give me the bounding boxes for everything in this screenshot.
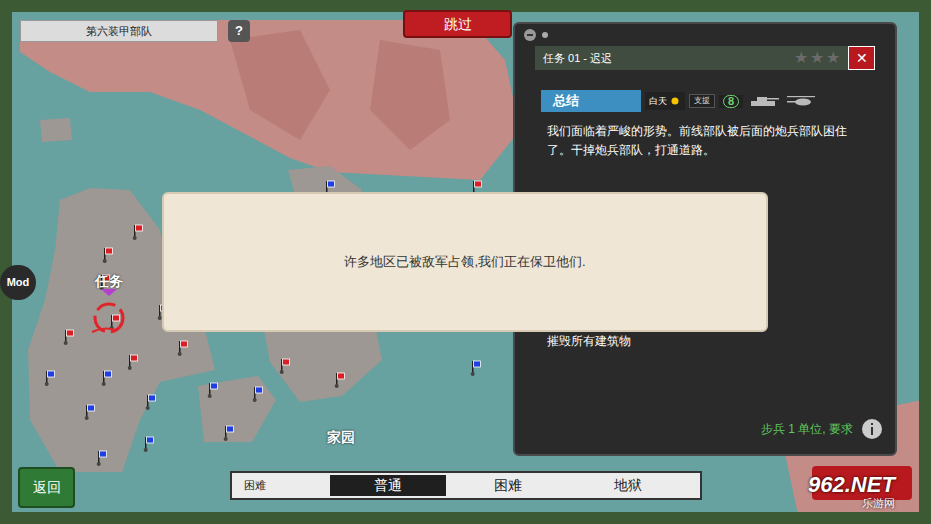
difficulty-option[interactable]: 困难 [450, 475, 566, 496]
helicopter-icon [785, 94, 819, 108]
map-pin[interactable] [44, 370, 56, 386]
unit-bar: 第六装甲部队? [20, 20, 250, 42]
map-pin[interactable] [223, 425, 235, 441]
mod-button[interactable]: Mod [0, 265, 36, 300]
flag-icon [143, 436, 155, 452]
flag-icon [63, 329, 75, 345]
flag-icon [101, 370, 113, 386]
difficulty-option[interactable]: 普通 [330, 475, 446, 496]
flag-icon [145, 394, 157, 410]
map-pin[interactable] [145, 394, 157, 410]
help-button[interactable]: ? [228, 20, 250, 42]
rank-badge: 8 [719, 95, 743, 108]
flag-icon [96, 450, 108, 466]
current-mission-marker[interactable]: 任务 [84, 274, 134, 338]
flag-icon [102, 247, 114, 263]
message-dialog: 许多地区已被敌军占领,我们正在保卫他们. [162, 192, 768, 332]
mission-description: 我们面临着严峻的形势。前线部队被后面的炮兵部队困住了。干掉炮兵部队，打通道路。 [547, 122, 863, 160]
map-pin[interactable] [84, 404, 96, 420]
map-pin[interactable] [252, 386, 264, 402]
mission-label: 任务 [95, 274, 123, 288]
game-screen: 任务家园第六装甲部队?跳过Mod任务 01 - 迟迟★★★✕总结白天支援8我们面… [0, 0, 931, 524]
support-chip: 支援 [689, 94, 715, 108]
flag-icon [470, 360, 482, 376]
map-pin[interactable] [63, 329, 75, 345]
unit-name: 第六装甲部队 [86, 23, 152, 40]
info-icon[interactable] [861, 418, 883, 440]
flag-icon [44, 370, 56, 386]
map-pin[interactable] [101, 370, 113, 386]
flag-icon [132, 224, 144, 240]
back-button[interactable]: 返回 [18, 467, 75, 508]
map-pin[interactable] [279, 358, 291, 374]
map-pin[interactable] [334, 372, 346, 388]
sun-icon [669, 95, 681, 107]
difficulty-bar: 困难普通困难地狱 [230, 471, 702, 500]
map-pin[interactable] [470, 360, 482, 376]
watermark: 962.NET乐游网 [808, 474, 895, 509]
flag-icon [207, 382, 219, 398]
difficulty-option[interactable]: 地狱 [570, 475, 686, 496]
requirement-text: 步兵 1 单位, 要求 [761, 420, 853, 438]
skip-button[interactable]: 跳过 [403, 10, 512, 38]
tank-icon [747, 94, 781, 108]
map-pin[interactable] [127, 354, 139, 370]
star-icon: ★ [826, 50, 840, 66]
dialog-message: 许多地区已被敌军占领,我们正在保卫他们. [344, 252, 585, 272]
flag-icon [127, 354, 139, 370]
star-icon: ★ [794, 50, 808, 66]
mission-objective: 摧毁所有建筑物 [547, 332, 863, 350]
mission-title: 任务 01 - 迟迟 [543, 50, 794, 67]
flag-icon [334, 372, 346, 388]
flag-icon [279, 358, 291, 374]
star-icon: ★ [810, 50, 824, 66]
panel-pin-icon [523, 28, 537, 42]
flag-icon [252, 386, 264, 402]
daytime-chip: 白天 [645, 92, 685, 110]
flag-icon [177, 340, 189, 356]
map-pin[interactable] [207, 382, 219, 398]
mission-header: 任务 01 - 迟迟★★★✕ [535, 46, 875, 70]
summary-tab[interactable]: 总结 [541, 90, 641, 112]
difficulty-label: 困难 [236, 477, 326, 494]
close-button[interactable]: ✕ [848, 46, 875, 70]
mission-target-icon [84, 288, 134, 338]
map-pin[interactable] [177, 340, 189, 356]
panel-dot-icon [541, 31, 549, 39]
map-pin[interactable] [132, 224, 144, 240]
flag-icon [223, 425, 235, 441]
map-pin[interactable] [102, 247, 114, 263]
map-pin[interactable] [96, 450, 108, 466]
star-rating: ★★★ [794, 50, 840, 66]
home-label: 家园 [327, 427, 355, 448]
map-pin[interactable] [143, 436, 155, 452]
flag-icon [84, 404, 96, 420]
